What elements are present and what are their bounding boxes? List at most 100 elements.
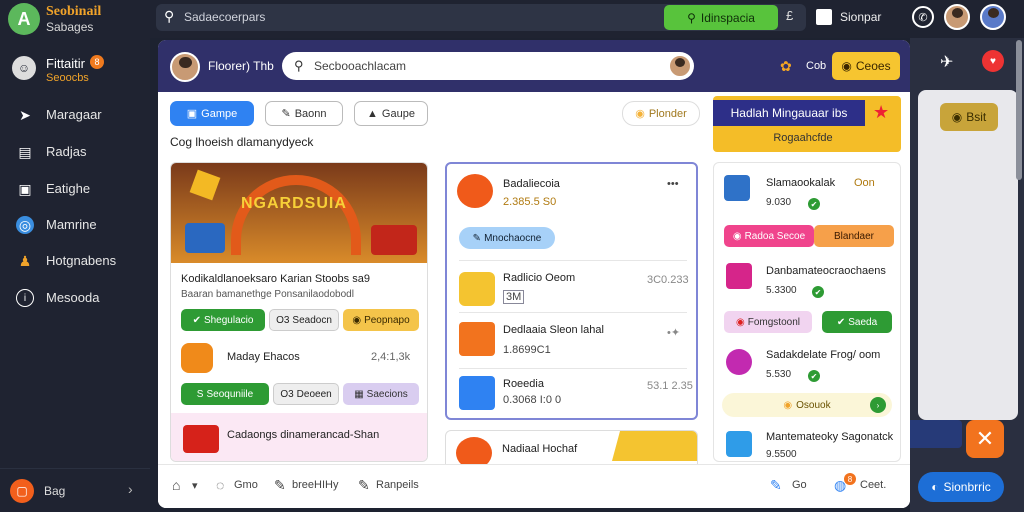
coin-icon: ◉ xyxy=(352,314,362,326)
sidebar-item-mesooda[interactable]: i Mesooda xyxy=(0,283,150,313)
promo-banner[interactable]: Hadlah Mingauaar ibs ★ Rogaahcfde xyxy=(713,96,901,152)
yellow-pill-button[interactable]: ◉ Osouok › xyxy=(722,393,892,417)
home-icon[interactable]: ⌂ xyxy=(172,477,180,493)
whatsapp-icon[interactable]: ✆ xyxy=(912,6,934,28)
background-pill[interactable]: ◉ Bsit xyxy=(940,103,998,131)
game-icon xyxy=(726,263,752,289)
pen-icon[interactable]: ✎ xyxy=(358,477,370,494)
pill-button[interactable]: O3 Deoeen xyxy=(273,383,339,405)
list-item-title: Dedlaaia Sleon lahal xyxy=(503,324,604,336)
banner-stripe xyxy=(611,431,697,461)
modal-search-input[interactable]: ⚲ Secbooachlacam xyxy=(282,52,694,80)
pill-button[interactable]: ◉ Fomgstoonl xyxy=(724,311,812,333)
sidebar-item-maragaar[interactable]: ➤ Maragaar xyxy=(0,100,150,130)
gift-icon xyxy=(371,225,417,255)
notification-icon[interactable]: ♥ xyxy=(982,50,1004,72)
doc-label[interactable]: Sionpar xyxy=(840,10,881,24)
currency-icon[interactable]: £ xyxy=(786,8,793,23)
tab-plonder[interactable]: ◉ Plonder xyxy=(622,101,700,126)
pill-button[interactable]: ✔ Shegulacio xyxy=(181,309,265,331)
list-item[interactable]: Cadaongs dinamerancad-Shan xyxy=(171,413,427,461)
background-blue-button-label: Sionbrric xyxy=(943,480,991,494)
hat-icon: ▲ xyxy=(367,107,378,120)
avatar[interactable] xyxy=(980,4,1006,30)
star-icon: ★ xyxy=(873,102,890,122)
user-icon[interactable]: ☺ xyxy=(12,56,36,80)
gift-icon xyxy=(185,223,225,253)
app-logo[interactable]: A xyxy=(8,3,40,35)
tab-label: Gampe xyxy=(201,107,238,120)
footer-right-item[interactable]: Ceet. xyxy=(860,479,886,491)
list-item-value: 9.030 xyxy=(766,197,792,208)
check-icon: ✔ xyxy=(808,370,820,382)
gift-icon[interactable]: ✿ xyxy=(780,58,792,75)
close-button[interactable]: ✕ xyxy=(966,420,1004,458)
list-item-title: Cadaongs dinamerancad-Shan xyxy=(227,429,380,441)
people-icon: ♟ xyxy=(18,252,32,269)
brand-subtitle: Sabages xyxy=(46,20,94,34)
edit-icon[interactable]: ✎ xyxy=(770,477,782,494)
header-coins-button[interactable]: ◉ Ceoes xyxy=(832,52,900,80)
list-item-value: 2.385.5 S0 xyxy=(503,196,557,208)
pill-button[interactable]: ◉ Radoa Secoe xyxy=(724,225,814,247)
brand-title: Seobinail xyxy=(46,4,102,19)
rocket-icon[interactable]: ✈ xyxy=(940,52,953,72)
list-item-value: 1.8699C1 xyxy=(503,344,551,356)
pill-button[interactable]: Blandaer xyxy=(814,225,894,247)
list-card[interactable]: Badaliecoia 2.385.5 S0 ••• ✎ Mnochaocne R… xyxy=(445,162,698,420)
list-item-title: Badaliecoia xyxy=(503,178,560,190)
pill-button[interactable]: O3 Seadocn xyxy=(269,309,339,331)
featured-card[interactable]: NGARDSUIA Kodikaldlanoeksaro Karian Stoo… xyxy=(170,162,428,462)
coin-icon: ◉ xyxy=(783,399,793,411)
sidebar-bottom-item[interactable]: ▢ Bag › xyxy=(0,468,150,512)
list-item-value: 0.3068 I:0 0 xyxy=(503,394,562,406)
avatar[interactable] xyxy=(170,52,200,82)
pill-button[interactable]: ▦ Saecions xyxy=(343,383,419,405)
footer-right-item[interactable]: Go xyxy=(792,479,807,491)
list-item-title: Nadiaal Hochaf xyxy=(502,443,578,455)
list-item-value: 2,4:1,3k xyxy=(371,351,411,363)
tab-gaupe[interactable]: ▲ Gaupe xyxy=(354,101,428,126)
pill-label: Radoa Secoe xyxy=(744,230,806,242)
sidebar-item-label: Radjas xyxy=(46,144,87,159)
section-subtitle: Cog lhoeish dlamanydyeck xyxy=(170,135,314,149)
pill-button[interactable]: ◉ Peopnapo xyxy=(343,309,419,331)
footer-item[interactable]: Ranpeils xyxy=(376,479,419,491)
top-green-button[interactable]: ⚲ Idinspacia xyxy=(664,5,778,30)
comment-icon[interactable]: ◌ xyxy=(216,477,224,493)
search-icon: ⚲ xyxy=(294,58,304,73)
list-item-title: Maday Ehacos xyxy=(227,351,300,363)
featured-title: Kodikaldlanoeksaro Karian Stoobs sa9 xyxy=(181,273,370,285)
notification-badge: 8 xyxy=(844,473,856,485)
background-blue-button[interactable]: ◐ Sionbrric xyxy=(918,472,1004,502)
avatar[interactable] xyxy=(944,4,970,30)
check-icon: ✎ xyxy=(472,232,482,244)
footer-item[interactable]: breeHIHy xyxy=(292,479,338,491)
pill-button[interactable]: S Seoquniile xyxy=(181,383,269,405)
document-icon[interactable] xyxy=(816,9,832,25)
game-icon xyxy=(726,349,752,375)
promo-title: Hadlah Mingauaar ibs xyxy=(713,100,865,126)
list-item-title: Sadakdelate Frog/ oom xyxy=(766,349,881,361)
more-icon[interactable]: ••• xyxy=(667,178,679,190)
chevron-down-icon[interactable]: ▾ xyxy=(192,479,198,492)
blue-pill-button[interactable]: ✎ Mnochaocne xyxy=(459,227,555,249)
globe-icon: ◎ xyxy=(16,216,34,234)
tab-gampe[interactable]: ▣ Gampe xyxy=(170,101,254,126)
scrollbar[interactable] xyxy=(1016,40,1022,180)
sidebar-item-label: Mesooda xyxy=(46,290,100,305)
tab-label: Plonder xyxy=(648,107,687,120)
pen-icon[interactable]: ✎ xyxy=(274,477,286,494)
modal-user-name: Floorer) Thb xyxy=(208,59,274,73)
sidebar-profile-sub: Seoocbs xyxy=(46,72,89,84)
tab-baonn[interactable]: ✎ Baonn xyxy=(265,101,343,126)
list-item-title: Danbamateocraochaens xyxy=(766,265,886,277)
pill-button[interactable]: ✔ Saeda xyxy=(822,311,892,333)
pill-label: Seoquniile xyxy=(206,388,254,400)
sidebar-item-radjas[interactable]: ▤ Radjas xyxy=(0,137,150,167)
sidebar-item-mamrine[interactable]: ◎ Mamrine xyxy=(0,210,150,240)
sidebar-item-hotgnabens[interactable]: ♟ Hotgnabens xyxy=(0,246,150,276)
footer-item[interactable]: Gmo xyxy=(234,479,258,491)
side-list-card[interactable]: Slamaookalak Oon 9.030 ✔ ◉ Radoa Secoe Bl… xyxy=(713,162,901,462)
sidebar-item-eatighe[interactable]: ▣ Eatighe xyxy=(0,174,150,204)
